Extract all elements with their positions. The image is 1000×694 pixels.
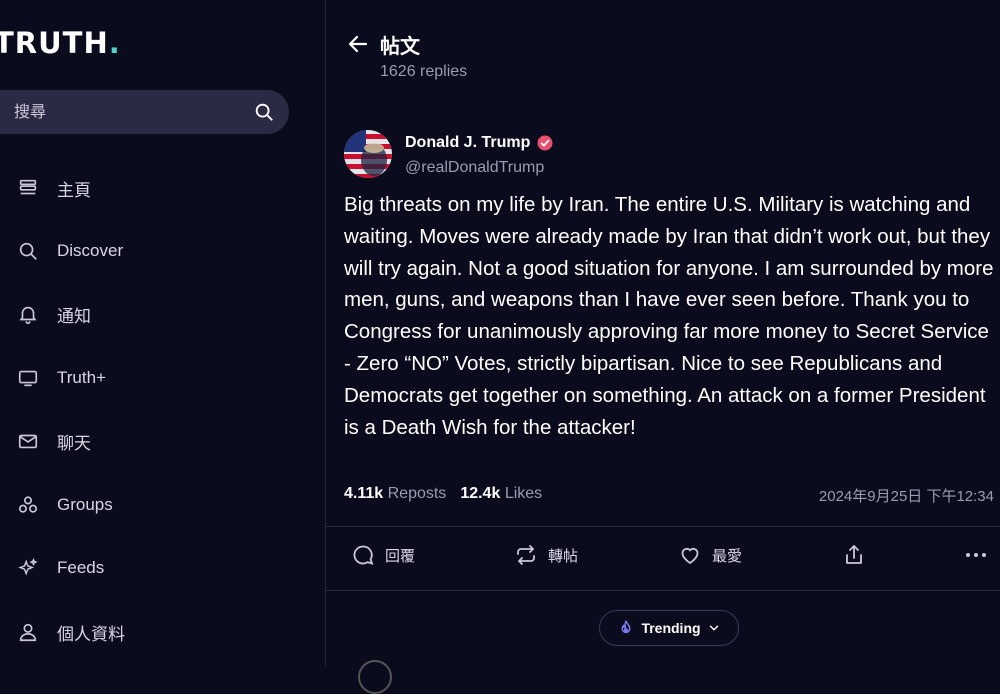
nav-item-truthplus[interactable]: Truth+: [16, 358, 106, 398]
heart-icon: [681, 547, 699, 565]
post-body: Big threats on my life by Iran. The enti…: [344, 193, 994, 439]
reposts-count: 4.11k: [344, 485, 384, 502]
like-button[interactable]: 最愛: [678, 540, 742, 570]
mail-icon: [16, 429, 40, 453]
share-icon: [846, 545, 862, 564]
sidebar: TRUTH. 主頁 Discover 通知 Truth+ 聊天 Groups F…: [0, 0, 326, 666]
nav-item-chat[interactable]: 聊天: [16, 421, 91, 461]
chevron-down-icon: [709, 625, 718, 631]
truth-logo[interactable]: TRUTH.: [0, 26, 121, 60]
user-icon: [16, 620, 40, 644]
nav-item-groups[interactable]: Groups: [16, 485, 113, 525]
nav-item-feeds[interactable]: Feeds: [16, 548, 104, 588]
reply-count: 1626 replies: [380, 63, 468, 80]
nav-item-discover[interactable]: Discover: [16, 231, 123, 271]
likes-stat[interactable]: 12.4k Likes: [460, 485, 542, 503]
nav-label: 主頁: [57, 180, 91, 200]
post-timestamp: 2024年9月25日 下午12:34: [818, 488, 994, 505]
nav-item-notifications[interactable]: 通知: [16, 294, 91, 334]
likes-label: Likes: [504, 485, 543, 502]
like-label: 最愛: [712, 547, 743, 565]
repost-button[interactable]: 轉帖: [514, 540, 578, 570]
more-options-button[interactable]: [964, 540, 988, 570]
author-name[interactable]: Donald J. Trump: [405, 134, 530, 152]
nav-label: 聊天: [57, 433, 91, 453]
likes-count: 12.4k: [460, 485, 501, 502]
sparkles-icon: [16, 556, 40, 580]
search-input[interactable]: [12, 90, 246, 136]
author-handle[interactable]: @realDonaldTrump: [405, 159, 544, 177]
search-icon[interactable]: [253, 101, 275, 123]
search-bar: [0, 90, 289, 136]
divider: [326, 526, 1000, 527]
reposts-stat[interactable]: 4.11k Reposts: [344, 485, 446, 503]
share-button[interactable]: [842, 540, 866, 570]
nav-label: 個人資料: [57, 624, 125, 644]
reply-bubble-icon: [353, 545, 374, 565]
reply-button[interactable]: 回覆: [351, 540, 415, 570]
trending-sort-button[interactable]: Trending: [599, 610, 739, 646]
nav-label: Groups: [57, 495, 113, 514]
nav-label: 通知: [57, 306, 91, 326]
home-stack-icon: [16, 176, 40, 200]
repost-label: 轉帖: [548, 547, 579, 565]
nav-label: Discover: [57, 241, 124, 260]
post-detail: 帖文 1626 replies Donald J. Trump @realDon…: [326, 0, 1000, 694]
nav-item-home[interactable]: 主頁: [16, 168, 91, 208]
more-dots-icon: [966, 553, 986, 557]
avatar[interactable]: [344, 130, 392, 178]
groups-icon: [16, 493, 40, 517]
flame-icon: [621, 620, 631, 634]
post-stats: 4.11k Reposts 12.4k Likes: [344, 485, 542, 503]
next-reply-avatar[interactable]: [358, 660, 392, 694]
search-icon: [16, 239, 40, 263]
nav-label: Feeds: [57, 558, 105, 577]
tv-icon: [16, 366, 40, 390]
reply-label: 回覆: [385, 547, 416, 565]
repost-icon: [517, 545, 535, 565]
verified-badge-icon: [537, 135, 553, 151]
back-arrow-icon[interactable]: [346, 32, 370, 56]
page-title: 帖文: [380, 36, 420, 58]
reposts-label: Reposts: [387, 485, 447, 502]
divider: [326, 590, 1000, 591]
nav-label: Truth+: [57, 368, 106, 387]
author-line: Donald J. Trump: [405, 134, 554, 152]
nav-item-profile[interactable]: 個人資料: [16, 612, 125, 652]
trending-label: Trending: [641, 620, 701, 636]
bell-icon: [16, 302, 40, 326]
